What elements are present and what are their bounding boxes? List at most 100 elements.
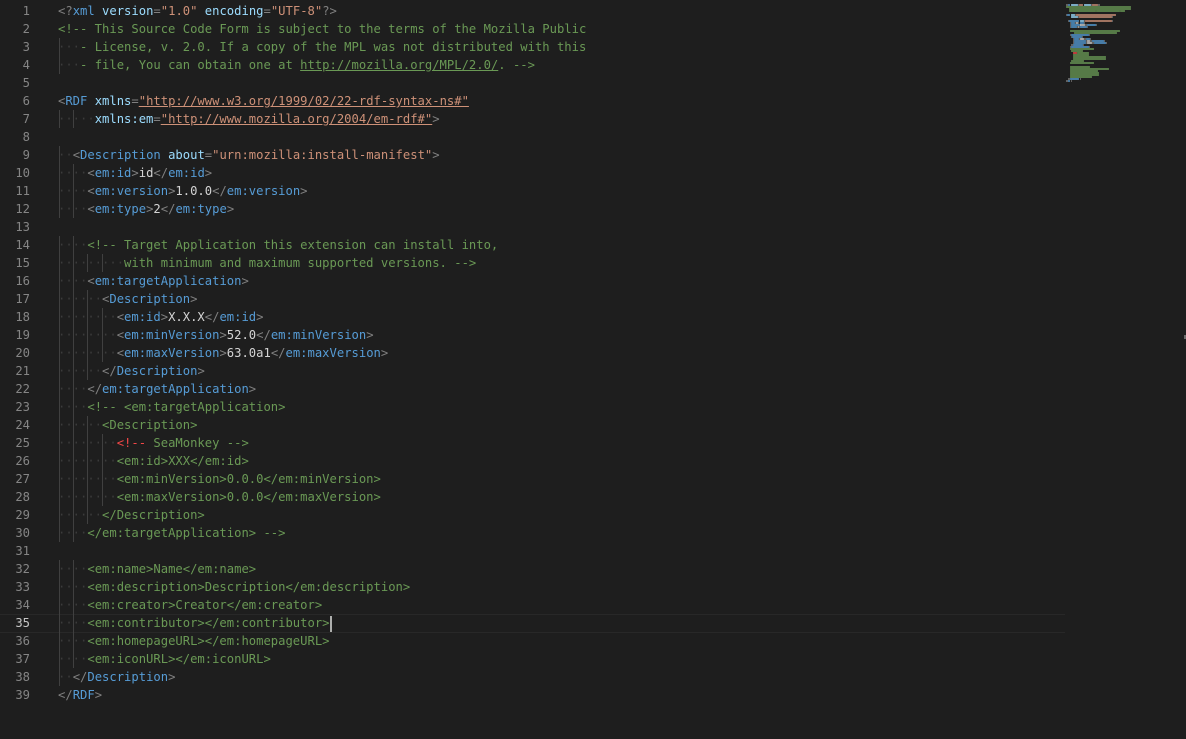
code-line[interactable] [58, 542, 1063, 560]
code-line[interactable]: ····<em:iconURL></em:iconURL> [58, 650, 1063, 668]
code-line[interactable]: <?xml version="1.0" encoding="UTF-8"?> [58, 2, 1063, 20]
minimap-segment [1111, 20, 1113, 22]
line-number: 7 [22, 112, 30, 126]
code-line[interactable]: ····<!-- Target Application this extensi… [58, 236, 1063, 254]
code-line[interactable]: ········<em:maxVersion>0.0.0</em:maxVers… [58, 488, 1063, 506]
indent-guide [58, 632, 60, 650]
line-number: 32 [15, 562, 30, 576]
line-number: 11 [15, 184, 30, 198]
code-line[interactable]: </RDF> [58, 686, 1063, 704]
code-token: > [94, 688, 103, 702]
code-line[interactable]: ········<em:id>X.X.X</em:id> [58, 308, 1063, 326]
code-line[interactable]: ·····xmlns:em="http://www.mozilla.org/20… [58, 110, 1063, 128]
indent-guide [72, 614, 74, 632]
code-line[interactable]: ····<em:type>2</em:type> [58, 200, 1063, 218]
code-line[interactable]: ········<em:maxVersion>63.0a1</em:maxVer… [58, 344, 1063, 362]
code-line[interactable]: ··<Description about="urn:mozilla:instal… [58, 146, 1063, 164]
code-line[interactable]: ····<em:contributor></em:contributor> [0, 614, 1065, 633]
indent-guide [58, 470, 60, 488]
code-token: em:version [226, 184, 301, 198]
code-line[interactable]: ···- License, v. 2.0. If a copy of the M… [58, 38, 1063, 56]
indent-guide [72, 470, 74, 488]
code-line[interactable]: ···- file, You can obtain one at http://… [58, 56, 1063, 74]
code-token: version [102, 4, 154, 18]
indent-guide [72, 398, 74, 416]
code-line[interactable]: ····<em:targetApplication> [58, 272, 1063, 290]
code-token: < [87, 184, 95, 198]
line-number: 2 [22, 22, 30, 36]
code-token: > [432, 112, 440, 126]
code-line[interactable]: ········<!-- SeaMonkey --> [58, 434, 1063, 452]
code-token: RDF [65, 94, 88, 108]
indent-guide [58, 434, 60, 452]
code-editor[interactable]: 1 2 3 4 5 6 7 8 9 10 11 12 13 14 15 16 17 18 19 20 21 22 23 24 2… [0, 0, 1186, 739]
code-token: em:minVersion [124, 328, 220, 342]
indent-guide [72, 416, 74, 434]
code-token: < [116, 310, 125, 324]
code-line[interactable]: ····<em:id>id</em:id> [58, 164, 1063, 182]
indent-guide [72, 254, 74, 272]
code-line[interactable]: ········<em:minVersion>52.0</em:minVersi… [58, 326, 1063, 344]
code-line[interactable]: ······<Description> [58, 290, 1063, 308]
code-token: </ [160, 202, 176, 216]
code-line[interactable]: ····<em:description>Description</em:desc… [58, 578, 1063, 596]
code-line[interactable]: ····<em:creator>Creator</em:creator> [58, 596, 1063, 614]
code-token: <em:homepageURL></em:homepageURL> [87, 634, 330, 648]
code-line[interactable]: ······</Description> [58, 362, 1063, 380]
indent-guide [58, 200, 60, 218]
code-line[interactable]: ····<em:version>1.0.0</em:version> [58, 182, 1063, 200]
code-line[interactable]: ·········with minimum and maximum suppor… [58, 254, 1063, 272]
code-token: > [241, 274, 249, 288]
code-line[interactable]: <!-- This Source Code Form is subject to… [58, 20, 1063, 38]
code-token: </ [87, 382, 103, 396]
code-line[interactable]: ····<!-- <em:targetApplication> [58, 398, 1063, 416]
code-line[interactable]: <RDF xmlns="http://www.w3.org/1999/02/22… [58, 92, 1063, 110]
indent-guide [72, 272, 74, 290]
indent-guide [72, 110, 74, 128]
line-number: 22 [15, 382, 30, 396]
code-area[interactable]: <?xml version="1.0" encoding="UTF-8"?> <!… [0, 2, 1065, 704]
indent-guide [58, 362, 60, 380]
code-line[interactable] [58, 74, 1063, 92]
code-line[interactable]: ······</Description> [58, 506, 1063, 524]
minimap-segment [1070, 26, 1077, 28]
indent-guide [72, 632, 74, 650]
indent-guide [72, 344, 74, 362]
minimap-segment [1086, 24, 1096, 26]
code-token: Description [109, 292, 191, 306]
indent-guide [72, 182, 74, 200]
code-line[interactable]: ········<em:minVersion>0.0.0</em:minVers… [58, 470, 1063, 488]
code-line[interactable]: ····</em:targetApplication> --> [58, 524, 1063, 542]
minimap[interactable] [1064, 0, 1184, 739]
indent-guide [87, 308, 89, 326]
indent-guide [58, 254, 60, 272]
code-token: = [153, 4, 161, 18]
line-number: 15 [15, 256, 30, 270]
code-line[interactable]: ······<Description> [58, 416, 1063, 434]
code-token: 63.0a1 [226, 346, 271, 360]
line-number: 27 [15, 472, 30, 486]
code-line[interactable]: ····</em:targetApplication> [58, 380, 1063, 398]
indent-guide [87, 362, 89, 380]
code-line[interactable]: ····<em:homepageURL></em:homepageURL> [58, 632, 1063, 650]
code-line[interactable]: ········<em:id>XXX</em:id> [58, 452, 1063, 470]
code-line[interactable]: ····<em:name>Name</em:name> [58, 560, 1063, 578]
indent-whitespace: ··· [58, 58, 81, 72]
code-token: em:minVersion [270, 328, 367, 342]
code-line[interactable]: ··</Description> [58, 668, 1063, 686]
code-line[interactable] [58, 218, 1063, 236]
code-line[interactable] [58, 128, 1063, 146]
code-token: "UTF-8" [270, 4, 323, 18]
code-token: "1.0" [160, 4, 198, 18]
indent-guide [87, 344, 89, 362]
code-token: about [168, 148, 205, 162]
indent-guide [72, 362, 74, 380]
indent-guide [58, 560, 60, 578]
line-number: 12 [15, 202, 30, 216]
minimap-segment [1093, 42, 1106, 44]
minimap-segment [1086, 26, 1088, 28]
